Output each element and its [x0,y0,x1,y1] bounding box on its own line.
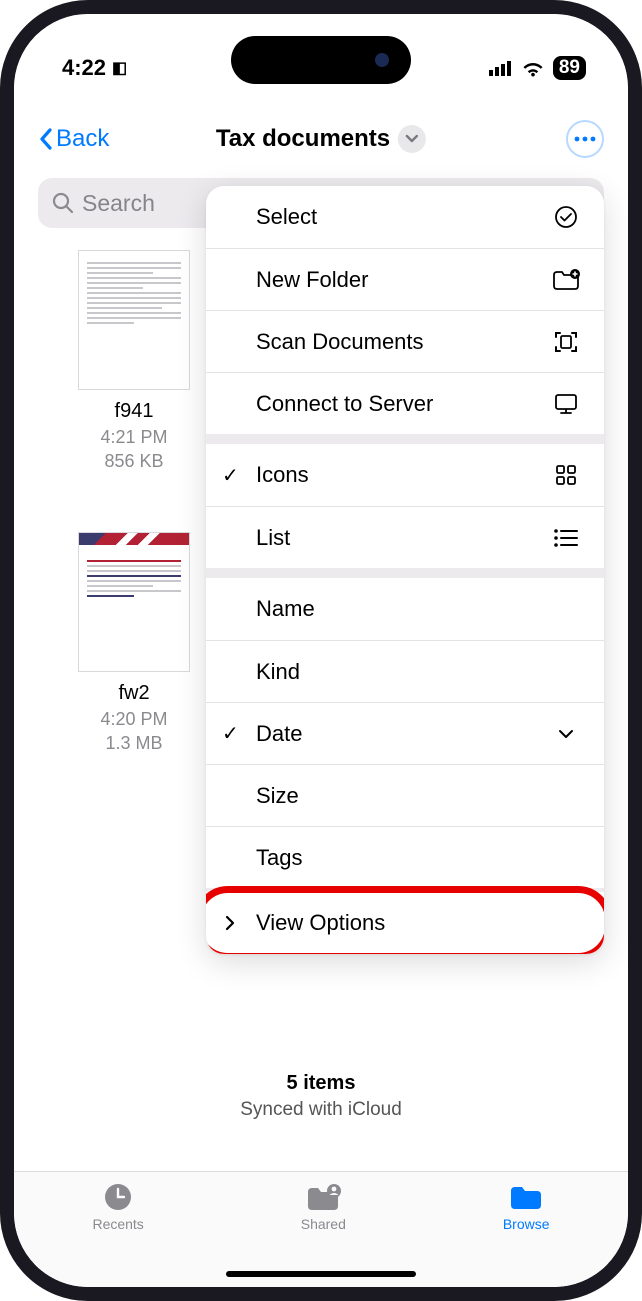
checkmark-icon: ✓ [222,721,239,746]
menu-connect-server[interactable]: Connect to Server [206,372,604,434]
menu-label: Kind [256,659,300,685]
search-placeholder: Search [82,190,155,217]
menu-sort-size[interactable]: Size [206,764,604,826]
tab-bar: Recents Shared Browse [14,1171,628,1287]
menu-label: Name [256,596,315,622]
menu-sort-tags[interactable]: Tags [206,826,604,888]
grid-icon [552,463,580,487]
tab-recents[interactable]: Recents [92,1182,143,1232]
tab-shared[interactable]: Shared [301,1182,346,1232]
menu-label: Connect to Server [256,391,433,417]
menu-sort-name[interactable]: Name [206,578,604,640]
file-thumbnail [78,532,190,672]
folder-summary: 5 items Synced with iCloud [14,1072,628,1121]
checkmark-icon: ✓ [222,463,239,488]
file-name: fw2 [44,682,224,705]
home-indicator[interactable] [226,1271,416,1277]
wifi-icon [521,59,545,77]
sync-status: Synced with iCloud [14,1099,628,1121]
menu-label: Icons [256,462,309,488]
page-title-button[interactable]: Tax documents [216,125,426,153]
menu-label: List [256,525,290,551]
file-thumbnail [78,250,190,390]
battery-icon: 89 [553,56,586,80]
menu-scan-documents[interactable]: Scan Documents [206,310,604,372]
status-time: 4:22 [62,55,106,81]
menu-label: Date [256,721,302,747]
more-button[interactable] [566,120,604,158]
file-item[interactable]: fw2 4:20 PM 1.3 MB [44,532,224,756]
tab-label: Recents [92,1216,143,1232]
list-icon [552,528,580,548]
chevron-down-icon [398,125,426,153]
page-title: Tax documents [216,125,390,153]
dynamic-island [231,36,411,84]
menu-label: Select [256,204,317,230]
select-icon [552,205,580,229]
menu-label: New Folder [256,267,368,293]
phone-frame: 4:22 ◧ 89 Back Tax documents [0,0,642,1301]
tab-label: Browse [503,1216,550,1232]
menu-sort-kind[interactable]: Kind [206,640,604,702]
file-size: 1.3 MB [44,731,224,755]
new-folder-icon [552,269,580,291]
file-name: f941 [44,400,224,423]
file-size: 856 KB [44,449,224,473]
file-grid: f941 4:21 PM 856 KB fw2 4:20 PM 1.3 MB [44,250,224,813]
menu-view-list[interactable]: List [206,506,604,568]
menu-new-folder[interactable]: New Folder [206,248,604,310]
menu-label: Size [256,783,299,809]
back-button[interactable]: Back [38,125,109,153]
search-icon [52,192,74,214]
tab-browse[interactable]: Browse [503,1182,550,1232]
folder-icon [508,1182,544,1212]
menu-label: Scan Documents [256,329,424,355]
item-count: 5 items [14,1072,628,1095]
menu-select[interactable]: Select [206,186,604,248]
back-label: Back [56,125,109,153]
file-item[interactable]: f941 4:21 PM 856 KB [44,250,224,474]
tab-label: Shared [301,1216,346,1232]
menu-view-options[interactable]: View Options [206,892,604,954]
scan-icon [552,329,580,355]
menu-label: View Options [256,910,385,936]
clock-icon [100,1182,136,1212]
menu-sort-date[interactable]: ✓ Date [206,702,604,764]
context-menu: Select New Folder Scan Documents Connect… [206,186,604,954]
chevron-right-icon [224,914,236,932]
screen: 4:22 ◧ 89 Back Tax documents [14,14,628,1287]
shared-folder-icon [305,1182,341,1212]
ellipsis-icon [574,136,596,142]
menu-view-icons[interactable]: ✓ Icons [206,444,604,506]
chevron-down-icon [552,728,580,740]
id-card-icon: ◧ [112,58,127,78]
cellular-icon [489,60,513,76]
nav-bar: Back Tax documents [14,110,628,168]
menu-label: Tags [256,845,302,871]
file-time: 4:20 PM [44,707,224,731]
chevron-left-icon [38,127,54,151]
file-time: 4:21 PM [44,425,224,449]
server-icon [552,392,580,416]
